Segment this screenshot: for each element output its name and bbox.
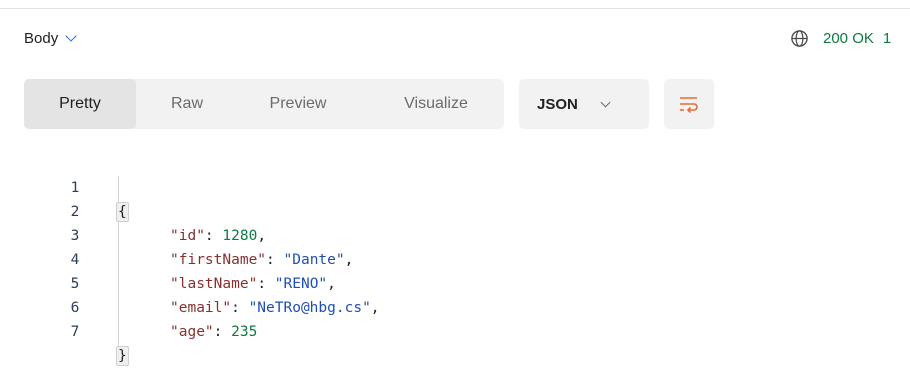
code-line: 4 "lastName": "RENO", (0, 224, 336, 292)
json-separator: : (266, 252, 284, 268)
code-line: 7 } (0, 296, 129, 366)
json-value: 235 (231, 324, 258, 340)
json-key: "email" (170, 300, 232, 316)
json-value: "RENO" (274, 276, 328, 292)
close-brace[interactable]: } (116, 346, 129, 366)
json-value: "NeTRo@hbg.cs" (248, 300, 371, 316)
line-number: 5 (70, 276, 80, 292)
tab-raw[interactable]: Raw (154, 79, 220, 129)
response-status: 200 OK 1 (790, 24, 891, 52)
format-label: JSON (537, 95, 578, 113)
format-dropdown[interactable]: JSON (519, 79, 649, 129)
json-separator: : (213, 324, 232, 340)
chevron-down-icon (600, 97, 611, 107)
line-number: 2 (70, 204, 80, 220)
json-key: "id" (170, 228, 205, 244)
chevron-down-icon (65, 30, 77, 42)
status-code[interactable]: 200 OK (823, 30, 874, 47)
line-number: 4 (70, 252, 80, 268)
open-brace[interactable]: { (116, 202, 129, 222)
line-number: 7 (70, 324, 80, 340)
json-key: "age" (170, 324, 214, 340)
body-dropdown[interactable]: Body (24, 24, 77, 52)
code-line: 6 "age": 235 (0, 272, 258, 340)
line-number: 3 (70, 228, 80, 244)
json-comma: , (257, 228, 267, 244)
line-number: 1 (70, 180, 80, 196)
code-line: 3 "firstName": "Dante", (0, 200, 354, 268)
code-line: 2 "id": 1280, (0, 176, 266, 244)
json-comma: , (344, 252, 354, 268)
json-comma: , (327, 276, 336, 292)
response-time[interactable]: 1 (883, 30, 891, 47)
body-label: Body (24, 29, 59, 47)
response-header: Body 200 OK 1 (0, 24, 910, 52)
wrap-lines-button[interactable] (664, 79, 714, 129)
json-separator: : (257, 276, 275, 292)
json-value: 1280 (222, 228, 258, 244)
code-line: 1 { (0, 152, 129, 222)
tab-visualize[interactable]: Visualize (378, 79, 494, 129)
json-separator: : (231, 300, 249, 316)
json-separator: : (204, 228, 223, 244)
tab-preview[interactable]: Preview (246, 79, 350, 129)
json-key: "firstName" (170, 252, 267, 268)
line-number: 6 (70, 300, 80, 316)
view-mode-tabs: Pretty Raw Preview Visualize (24, 79, 504, 129)
wrap-lines-icon (680, 97, 698, 113)
tab-pretty[interactable]: Pretty (24, 79, 136, 129)
code-line: 5 "email": "NeTRo@hbg.cs", (0, 248, 380, 316)
json-key: "lastName" (170, 276, 258, 292)
globe-icon[interactable] (790, 29, 809, 48)
json-value: "Dante" (283, 252, 345, 268)
json-comma: , (370, 300, 380, 316)
response-body-viewer[interactable]: 1 { 2 "id": 1280, 3 "firstName": "Dante"… (0, 152, 910, 366)
panel-top-border (0, 0, 910, 9)
